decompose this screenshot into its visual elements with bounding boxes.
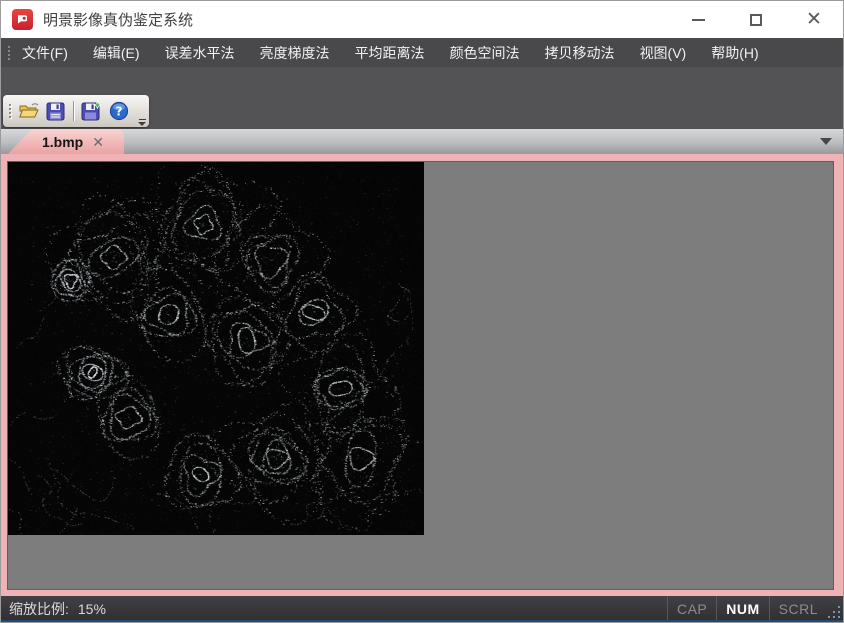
resize-grip[interactable] bbox=[827, 596, 843, 622]
tab-close-icon[interactable]: ✕ bbox=[92, 135, 104, 149]
toolbar-overflow-button[interactable] bbox=[138, 119, 146, 126]
tab-label: 1.bmp bbox=[42, 134, 83, 150]
close-icon: ✕ bbox=[806, 10, 822, 29]
document-tabbar: 1.bmp ✕ bbox=[1, 129, 843, 154]
menu-edit[interactable]: 编辑(E) bbox=[86, 39, 147, 67]
titlebar: 明景影像真伪鉴定系统 ✕ bbox=[1, 1, 843, 38]
svg-text:?: ? bbox=[115, 104, 122, 118]
num-lock-indicator: NUM bbox=[716, 596, 768, 622]
save-button[interactable] bbox=[42, 98, 69, 124]
app-window: 明景影像真伪鉴定系统 ✕ 文件(F) 编辑(E) 误差水平法 亮度梯度法 平均距… bbox=[0, 0, 844, 623]
maximize-icon bbox=[750, 14, 762, 26]
open-file-button[interactable] bbox=[15, 98, 42, 124]
menubar-grip-icon[interactable] bbox=[3, 46, 15, 60]
window-controls: ✕ bbox=[669, 1, 843, 38]
toolbar-dock: ? bbox=[1, 67, 843, 129]
statusbar: 缩放比例: 15% CAP NUM SCRL bbox=[1, 596, 843, 622]
menu-file[interactable]: 文件(F) bbox=[15, 39, 75, 67]
help-button[interactable]: ? bbox=[105, 98, 132, 124]
menu-average-distance[interactable]: 平均距离法 bbox=[348, 39, 432, 67]
caps-lock-indicator: CAP bbox=[667, 596, 716, 622]
menu-error-level[interactable]: 误差水平法 bbox=[158, 39, 242, 67]
menu-copy-move[interactable]: 拷贝移动法 bbox=[538, 39, 622, 67]
menubar: 文件(F) 编辑(E) 误差水平法 亮度梯度法 平均距离法 颜色空间法 拷贝移动… bbox=[1, 38, 843, 67]
tab-1bmp[interactable]: 1.bmp ✕ bbox=[8, 129, 124, 154]
scroll-lock-indicator: SCRL bbox=[769, 596, 827, 622]
minimize-button[interactable] bbox=[669, 1, 727, 38]
document-area bbox=[1, 154, 843, 596]
menu-color-space[interactable]: 颜色空间法 bbox=[443, 39, 527, 67]
maximize-button[interactable] bbox=[727, 1, 785, 38]
keyboard-indicators: CAP NUM SCRL bbox=[667, 596, 843, 622]
zoom-ratio-value: 15% bbox=[78, 601, 106, 617]
menu-luminance-gradient[interactable]: 亮度梯度法 bbox=[253, 39, 337, 67]
tab-list-dropdown-icon[interactable] bbox=[820, 138, 832, 145]
toolbar: ? bbox=[3, 95, 149, 127]
window-title: 明景影像真伪鉴定系统 bbox=[43, 9, 193, 30]
zoom-ratio-label: 缩放比例: bbox=[9, 599, 69, 619]
toolbar-separator bbox=[73, 101, 74, 121]
menu-help[interactable]: 帮助(H) bbox=[704, 39, 765, 67]
help-icon: ? bbox=[109, 101, 129, 121]
close-button[interactable]: ✕ bbox=[785, 1, 843, 38]
save-as-button[interactable] bbox=[78, 98, 105, 124]
menu-view[interactable]: 视图(V) bbox=[633, 39, 694, 67]
document-image[interactable] bbox=[8, 162, 424, 535]
minimize-icon bbox=[692, 19, 705, 21]
app-logo-icon bbox=[12, 9, 33, 30]
save-floppy-icon bbox=[46, 102, 65, 121]
chevron-down-icon bbox=[138, 122, 146, 126]
toolbar-grip-icon[interactable] bbox=[9, 104, 11, 118]
save-as-floppy-icon bbox=[81, 101, 102, 121]
open-folder-icon bbox=[18, 102, 40, 120]
